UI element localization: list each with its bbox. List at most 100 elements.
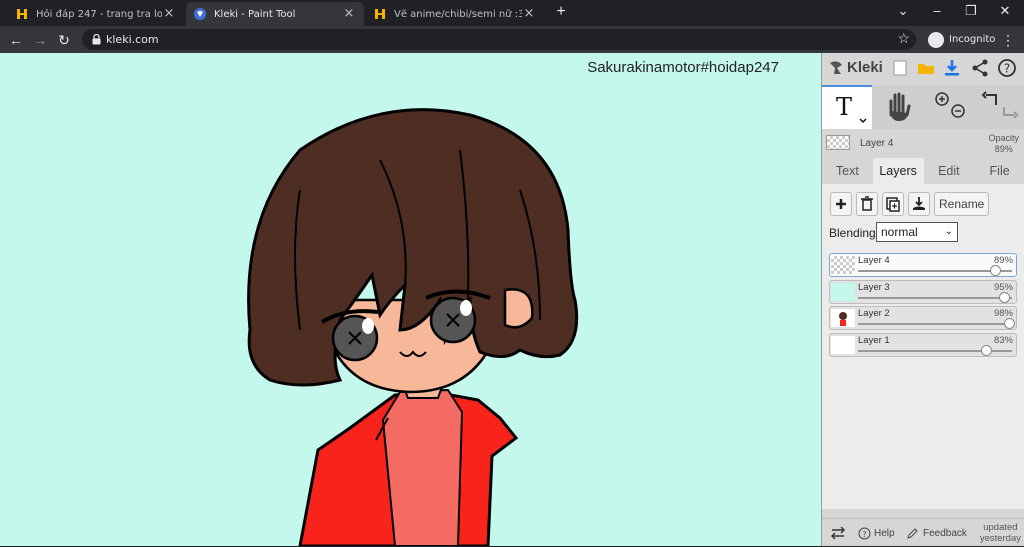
current-layer-info: Layer 4 Opacity 89%	[822, 131, 1024, 157]
current-layer-name: Layer 4	[860, 138, 894, 149]
layer-opacity-slider[interactable]	[858, 296, 1012, 299]
restore-button[interactable]: ❐	[954, 0, 988, 24]
layer-opacity-knob[interactable]	[980, 344, 992, 356]
close-tab-icon[interactable]: ×	[162, 7, 176, 21]
forward-arrow-icon[interactable]: →	[30, 30, 50, 50]
tab-title: Vẽ anime/chibi/semi nữ :33 NL :	[394, 8, 522, 20]
layer-opacity-knob[interactable]	[1003, 318, 1015, 329]
layer-opacity-slider[interactable]	[858, 323, 1012, 325]
share-icon[interactable]	[970, 58, 990, 78]
layer-opacity: 95%	[993, 281, 1013, 293]
blending-label: Blending	[829, 226, 876, 240]
current-layer-thumbnail	[826, 135, 850, 150]
kleki-favicon-icon	[194, 8, 206, 20]
undo-redo-buttons[interactable]	[976, 85, 1024, 129]
tab-text[interactable]: Text	[822, 158, 873, 184]
rename-layer-button[interactable]: Rename	[934, 192, 990, 216]
opacity-label: Opacity	[988, 133, 1019, 143]
layer-row[interactable]: Layer 3 95%	[829, 279, 1017, 304]
lock-icon	[92, 34, 101, 45]
browser-tab-hoidap[interactable]: Hỏi đáp 247 - trang tra loi ×	[8, 2, 184, 26]
svg-text:?: ?	[862, 530, 866, 539]
layer-row[interactable]: Layer 4 89%	[829, 253, 1017, 277]
minimize-button[interactable]: –	[920, 0, 954, 24]
tab-file[interactable]: File	[974, 158, 1024, 184]
tab-title: Hỏi đáp 247 - trang tra loi	[36, 8, 162, 20]
layer-row[interactable]: Layer 1 83%	[829, 332, 1017, 357]
layers-tab-body: Rename Blending normal ⌄ Layer 4 89% Layer…	[822, 184, 1024, 509]
layer-opacity-slider[interactable]	[858, 270, 1012, 272]
kleki-logo-icon	[830, 60, 842, 74]
text-tool-icon: T	[836, 93, 867, 124]
close-window-button[interactable]: ✕	[988, 0, 1022, 24]
drawing-canvas[interactable]: Sakurakinamotor#hoidap247	[0, 53, 821, 546]
help-circle-icon[interactable]: ?	[997, 58, 1017, 78]
blending-select[interactable]: normal ⌄	[876, 222, 958, 242]
help-icon: ?	[858, 527, 871, 539]
layer-thumbnail	[831, 309, 855, 327]
tab-layers[interactable]: Layers	[872, 158, 924, 184]
current-layer-opacity: Opacity 89%	[988, 133, 1019, 155]
chevron-down-icon: ⌄	[944, 226, 953, 237]
new-tab-button[interactable]: +	[552, 3, 570, 21]
browser-menu-icon[interactable]: ⋮	[1000, 30, 1016, 50]
layer-opacity: 83%	[993, 334, 1013, 346]
hoidap-favicon-icon	[375, 9, 385, 19]
back-arrow-icon[interactable]: ←	[6, 30, 26, 50]
duplicate-icon	[886, 197, 900, 212]
merge-down-icon	[913, 197, 925, 210]
zoom-buttons[interactable]	[926, 85, 976, 129]
tab-edit[interactable]: Edit	[924, 158, 975, 184]
text-tool-button[interactable]: T	[822, 85, 872, 129]
merge-layer-button[interactable]	[908, 192, 930, 216]
close-tab-icon[interactable]: ×	[522, 7, 536, 21]
hand-tool-button[interactable]	[874, 85, 924, 129]
kleki-side-panel: Kleki ? T Layer 4 Opacity 89% Text Layer…	[821, 53, 1024, 546]
feedback-button[interactable]: Feedback	[906, 519, 967, 547]
blending-value: normal	[881, 225, 918, 239]
browser-toolbar: ← → ↻ kleki.com ☆ Incognito ⋮	[0, 26, 1024, 53]
tab-title: Kleki - Paint Tool	[214, 8, 296, 20]
layer-name: Layer 3	[858, 281, 890, 293]
delete-layer-button[interactable]	[856, 192, 878, 216]
open-folder-icon[interactable]	[916, 58, 936, 78]
layer-name: Layer 4	[858, 255, 890, 266]
layer-thumbnail	[831, 282, 855, 301]
hoidap-favicon-icon	[17, 9, 27, 19]
layer-row[interactable]: Layer 2 98%	[829, 306, 1017, 330]
canvas-watermark-text: Sakurakinamotor#hoidap247	[587, 59, 779, 76]
incognito-icon	[928, 31, 944, 48]
kleki-logo: Kleki	[828, 59, 883, 76]
add-layer-button[interactable]	[830, 192, 852, 216]
feedback-label: Feedback	[923, 527, 967, 539]
layer-name: Layer 2	[858, 308, 890, 319]
duplicate-layer-button[interactable]	[882, 192, 904, 216]
swap-arrows-icon	[831, 526, 845, 540]
incognito-label: Incognito	[949, 34, 996, 45]
address-bar[interactable]: kleki.com ☆	[82, 29, 916, 50]
reload-icon[interactable]: ↻	[54, 30, 74, 50]
layer-opacity-knob[interactable]	[999, 291, 1011, 303]
chibi-drawing	[247, 108, 579, 546]
bookmark-star-icon[interactable]: ☆	[897, 30, 910, 47]
updated-status[interactable]: updated yesterday	[980, 522, 1021, 544]
download-icon[interactable]	[942, 58, 962, 78]
new-file-icon[interactable]	[890, 58, 910, 78]
layer-opacity-knob[interactable]	[990, 265, 1002, 276]
swap-side-button[interactable]	[830, 519, 846, 547]
help-button[interactable]: ? Help	[858, 519, 895, 547]
tool-row: T	[822, 85, 1024, 129]
plus-icon	[836, 199, 846, 209]
browser-tab-kleki[interactable]: Kleki - Paint Tool ×	[186, 2, 364, 26]
zoom-in-out-icon	[935, 92, 965, 118]
browser-tab-anime[interactable]: Vẽ anime/chibi/semi nữ :33 NL : ×	[366, 2, 544, 26]
hand-icon	[889, 92, 911, 121]
incognito-badge[interactable]: Incognito	[924, 29, 1003, 50]
tab-search-icon[interactable]: ⌄	[886, 0, 920, 24]
panel-footer: ? Help Feedback updated yesterday	[822, 518, 1024, 546]
feedback-edit-icon	[907, 527, 918, 539]
opacity-value: 89%	[994, 144, 1013, 154]
layer-thumbnail	[831, 256, 855, 274]
svg-text:T: T	[836, 93, 852, 121]
close-tab-icon[interactable]: ×	[342, 7, 356, 21]
